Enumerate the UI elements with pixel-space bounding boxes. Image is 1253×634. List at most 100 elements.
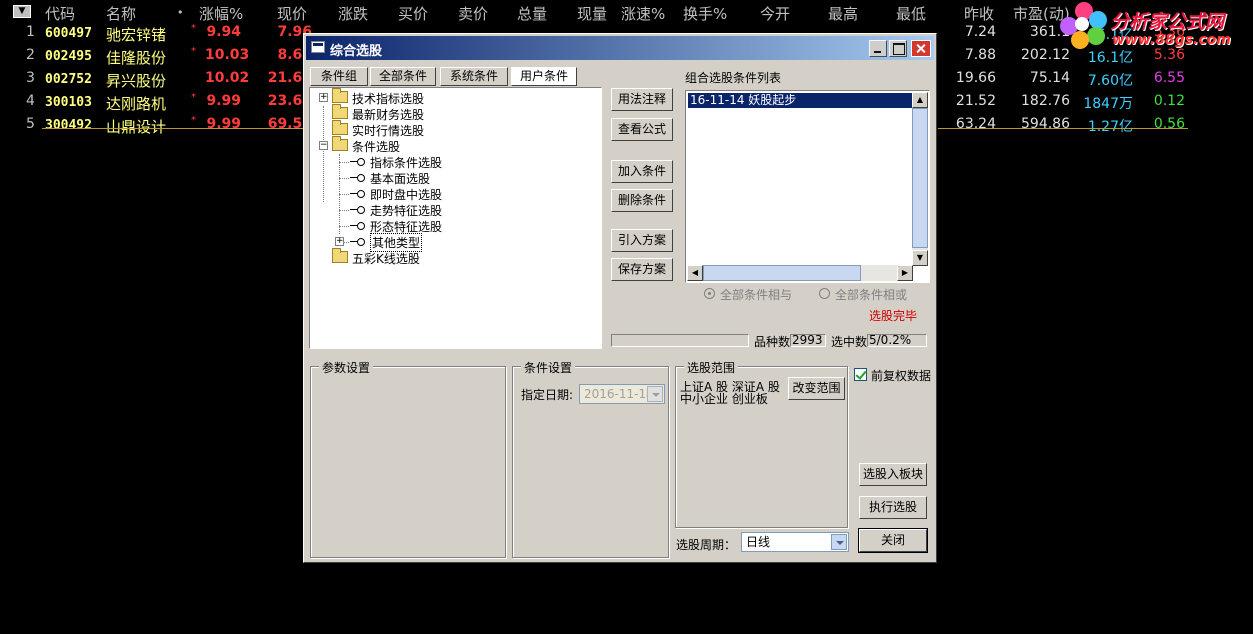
selected-value: 5/0.2% (867, 334, 927, 347)
view-formula-button[interactable]: 查看公式 (611, 118, 673, 141)
close-icon[interactable] (911, 40, 931, 57)
condition-settings-title: 条件设置 (521, 359, 576, 376)
header-volume[interactable]: 总量 (517, 3, 547, 24)
folder-open-icon (332, 136, 348, 151)
param-group-title: 参数设置 (319, 359, 374, 376)
header-ask[interactable]: 卖价 (458, 3, 488, 24)
import-plan-button[interactable]: 引入方案 (611, 229, 673, 252)
close-button[interactable]: 关闭 (858, 528, 928, 553)
logo-url: www.88gs.com (1112, 32, 1231, 48)
header-name[interactable]: 名称 (106, 3, 136, 24)
progress-bar (611, 334, 749, 347)
tree-item-condition[interactable]: − 条件选股 (310, 136, 590, 154)
delete-condition-button[interactable]: 删除条件 (611, 189, 673, 212)
maximize-icon[interactable] (889, 40, 907, 57)
status-text: 选股完毕 (869, 309, 918, 323)
condition-list-label: 组合选股条件列表 (685, 71, 782, 85)
triangle-down-icon[interactable]: ▼ (13, 5, 31, 18)
tab-system-conditions[interactable]: 系统条件 (440, 67, 508, 86)
run-screen-button[interactable]: 执行选股 (859, 496, 927, 519)
scroll-thumb[interactable] (703, 265, 861, 281)
last-col: 0.12 (1153, 93, 1185, 109)
header-open[interactable]: 今开 (760, 3, 790, 24)
tree-item-finance[interactable]: 最新财务选股 (310, 104, 590, 122)
dialog-title: 综合选股 (330, 44, 383, 59)
header-speed[interactable]: 涨速% (621, 3, 665, 24)
tree-item-kline[interactable]: 五彩K线选股 (310, 248, 590, 266)
header-change[interactable]: 涨跌 (338, 3, 368, 24)
change-pct: 9.94 (206, 24, 241, 40)
header-high[interactable]: 最高 (828, 3, 858, 24)
tree-item-other[interactable]: + 其他类型 (310, 233, 590, 252)
date-value: 2016-11-14 (584, 387, 654, 401)
radio-or[interactable] (819, 288, 830, 299)
row-index: 5 (26, 116, 35, 132)
header-price[interactable]: 现价 (277, 3, 307, 24)
list-item[interactable]: 16-11-14 妖股起步 (688, 93, 912, 108)
usage-button[interactable]: 用法注释 (611, 88, 673, 111)
header-pct[interactable]: 涨幅% (199, 3, 243, 24)
key-icon (350, 158, 365, 166)
header-prev-close[interactable]: 昨收 (964, 3, 994, 24)
dropdown-arrow-icon[interactable] (831, 534, 847, 550)
change-pct: 9.99 (206, 93, 241, 109)
minimize-icon[interactable] (869, 40, 887, 57)
condition-list[interactable]: 16-11-14 妖股起步 ▲ ▼ ◀ ▶ (685, 90, 930, 283)
stock-code: 002495 (45, 49, 92, 64)
tree-item-trend[interactable]: 走势特征选股 (310, 202, 590, 218)
mark-star: * (191, 115, 196, 126)
scroll-left-icon[interactable]: ◀ (687, 265, 703, 281)
radio-or-label: 全部条件相或 (835, 288, 908, 302)
tree-item-indicator[interactable]: 指标条件选股 (310, 154, 590, 170)
scroll-thumb[interactable] (912, 108, 928, 248)
row-index: 4 (26, 93, 35, 109)
header-bid[interactable]: 买价 (398, 3, 428, 24)
add-condition-button[interactable]: 加入条件 (611, 160, 673, 183)
count-label: 品种数 (754, 335, 791, 349)
mark-star: * (191, 23, 196, 34)
forward-adjust-checkbox[interactable] (854, 368, 867, 381)
horizontal-scrollbar[interactable]: ◀ ▶ (687, 265, 913, 281)
tree-item-realtime[interactable]: 实时行情选股 (310, 120, 590, 138)
header-turnover[interactable]: 换手% (683, 3, 727, 24)
prev-close: 21.52 (955, 93, 996, 109)
tree-item-tech[interactable]: + 技术指标选股 (310, 88, 590, 106)
dialog-titlebar[interactable]: 综合选股 (306, 36, 934, 60)
tree-item-pattern[interactable]: 形态特征选股 (310, 218, 590, 234)
folder-icon (332, 88, 348, 103)
change-range-button[interactable]: 改变范围 (788, 377, 845, 400)
selected-label: 选中数 (831, 335, 868, 349)
change-pct: 10.03 (205, 47, 250, 63)
change-pct: 10.02 (205, 70, 250, 86)
tab-user-conditions[interactable]: 用户条件 (511, 67, 577, 86)
scroll-right-icon[interactable]: ▶ (897, 265, 913, 281)
tree-item-intraday[interactable]: 即时盘中选股 (310, 186, 590, 202)
radio-and[interactable] (704, 288, 715, 299)
date-picker[interactable]: 2016-11-14 (579, 384, 665, 404)
tree-item-fundamental[interactable]: 基本面选股 (310, 170, 590, 186)
change-pct: 9.99 (206, 116, 241, 132)
condition-settings-group: 条件设置 指定日期: 2016-11-14 (512, 359, 669, 558)
collapse-icon[interactable]: − (319, 141, 328, 150)
tab-condition-group[interactable]: 条件组 (310, 67, 368, 86)
header-low[interactable]: 最低 (896, 3, 926, 24)
dropdown-arrow-icon[interactable] (647, 386, 663, 402)
expand-icon[interactable]: + (335, 237, 344, 246)
vertical-scrollbar[interactable]: ▲ ▼ (912, 92, 928, 266)
scroll-down-icon[interactable]: ▼ (912, 250, 928, 266)
header-current-volume[interactable]: 现量 (577, 3, 607, 24)
stock-name: 山鼎设计 (106, 118, 167, 136)
row-index: 2 (26, 47, 35, 63)
period-select[interactable]: 日线 (741, 532, 849, 552)
stock-name: 达刚路机 (106, 95, 167, 113)
mark-star: * (191, 92, 196, 103)
add-to-block-button[interactable]: 选股入板块 (859, 463, 927, 486)
expand-icon[interactable]: + (319, 93, 328, 102)
scroll-up-icon[interactable]: ▲ (912, 92, 928, 108)
header-mark[interactable]: • (177, 6, 184, 19)
pe-ratio: 182.76 (1021, 93, 1070, 109)
save-plan-button[interactable]: 保存方案 (611, 258, 673, 281)
tab-all-conditions[interactable]: 全部条件 (370, 67, 436, 86)
header-code[interactable]: 代码 (45, 3, 75, 24)
condition-tree[interactable]: + 技术指标选股 最新财务选股 实时行情选股 − 条件选股 指标条件选股 基本面… (309, 87, 602, 349)
